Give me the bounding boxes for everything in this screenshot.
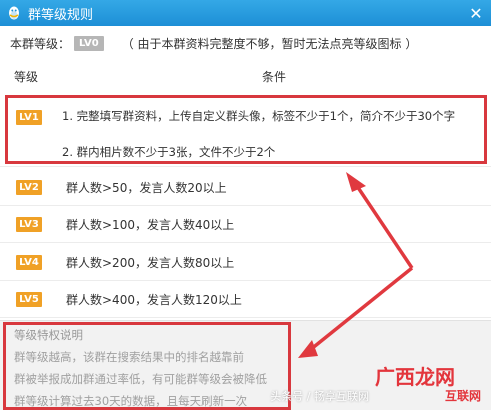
arrow-to-privilege <box>308 266 414 352</box>
arrowhead-to-privilege <box>298 340 318 358</box>
watermark: 头条号 / 畅享互联网 广西龙网 互联网 <box>270 366 485 406</box>
annotation-arrows <box>298 172 414 358</box>
arrow-to-lv1 <box>353 182 414 269</box>
watermark-big: 广西龙网 <box>375 365 455 389</box>
watermark-small: 互联网 <box>444 389 481 403</box>
watermark-left: 头条号 / 畅享互联网 <box>270 390 369 403</box>
arrowhead-to-lv1 <box>346 172 366 192</box>
